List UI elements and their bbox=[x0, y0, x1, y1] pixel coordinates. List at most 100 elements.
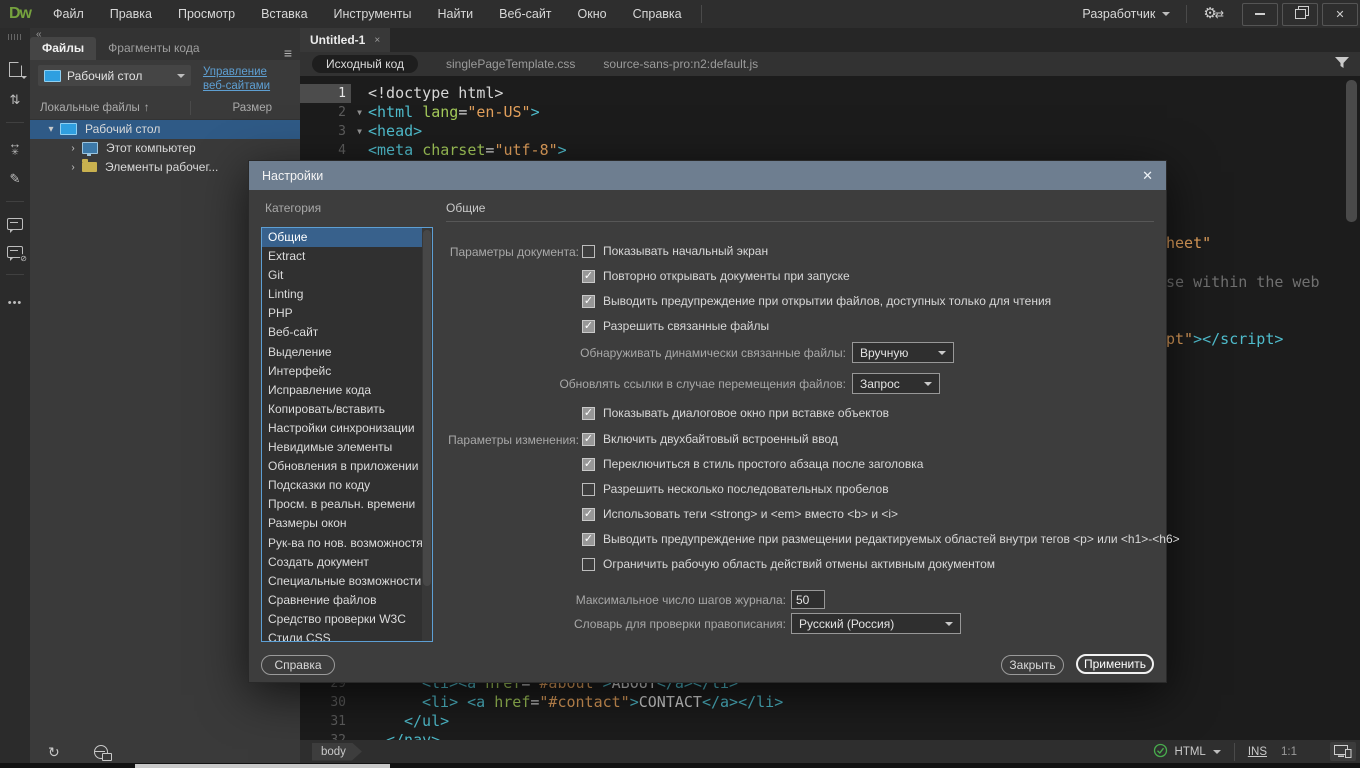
category-item[interactable]: PHP bbox=[262, 304, 432, 323]
tree-item[interactable]: ▾Рабочий стол bbox=[30, 120, 300, 139]
remove-comment-icon[interactable]: ⊘ bbox=[7, 246, 23, 258]
menu-item[interactable]: Веб-сайт bbox=[486, 0, 564, 28]
checkbox[interactable]: ✓ bbox=[582, 508, 595, 521]
checkbox[interactable]: ✓ bbox=[582, 433, 595, 446]
related-file-source[interactable]: Исходный код bbox=[312, 55, 418, 73]
category-item[interactable]: Исправление кода bbox=[262, 381, 432, 400]
close-button[interactable]: ✕ bbox=[1322, 3, 1358, 26]
checkbox[interactable] bbox=[582, 558, 595, 571]
menu-item[interactable]: Файл bbox=[40, 0, 97, 28]
expand-icon[interactable]: › bbox=[64, 143, 82, 154]
checkbox[interactable] bbox=[582, 245, 595, 258]
device-preview-button[interactable] bbox=[1330, 742, 1356, 761]
checkbox[interactable]: ✓ bbox=[582, 407, 595, 420]
sync-settings-button[interactable]: ⚙ ⇄ bbox=[1193, 0, 1234, 28]
related-file-css[interactable]: singlePageTemplate.css bbox=[446, 57, 575, 71]
category-item[interactable]: Сравнение файлов bbox=[262, 591, 432, 610]
tree-item[interactable]: ›Этот компьютер bbox=[30, 139, 300, 158]
checkbox[interactable]: ✓ bbox=[582, 270, 595, 283]
code-lines-bottom[interactable]: 29<li><a href="#about">ABOUT</a></li>30<… bbox=[300, 674, 783, 750]
dash-icon bbox=[10, 250, 18, 251]
category-item[interactable]: Веб-сайт bbox=[262, 323, 432, 342]
menu-item[interactable]: Правка bbox=[97, 0, 165, 28]
tab-snippets[interactable]: Фрагменты кода bbox=[96, 37, 211, 60]
fold-icon[interactable]: ▼ bbox=[351, 103, 368, 122]
category-item[interactable]: Рук-ва по нов. возможностям bbox=[262, 534, 432, 553]
help-button[interactable]: Справка bbox=[261, 655, 335, 675]
category-item[interactable]: Просм. в реальн. времени bbox=[262, 495, 432, 514]
dictionary-dropdown[interactable]: Русский (Россия) bbox=[791, 613, 961, 634]
menu-item[interactable]: Найти bbox=[424, 0, 486, 28]
menu-item[interactable]: Справка bbox=[620, 0, 695, 28]
editor-scrollbar[interactable] bbox=[1346, 80, 1357, 222]
option-row: ✓Использовать теги <strong> и <em> вмест… bbox=[582, 506, 898, 522]
edit-code-icon[interactable]: ✎ bbox=[10, 172, 21, 185]
document-tab[interactable]: Untitled-1 × bbox=[300, 28, 390, 52]
dynamic-files-dropdown[interactable]: Вручную bbox=[852, 342, 954, 363]
menu-item[interactable]: Вставка bbox=[248, 0, 320, 28]
checkbox[interactable]: ✓ bbox=[582, 320, 595, 333]
insert-mode-indicator[interactable]: INS bbox=[1248, 746, 1267, 758]
more-options-icon[interactable]: ••• bbox=[8, 297, 23, 309]
checkbox[interactable]: ✓ bbox=[582, 458, 595, 471]
minimize-button[interactable] bbox=[1242, 3, 1278, 26]
fold-icon[interactable]: ▼ bbox=[351, 122, 368, 141]
dialog-titlebar[interactable]: Настройки ✕ bbox=[249, 161, 1166, 190]
code-lines-top[interactable]: 1<!doctype html>2▼<html lang="en-US">3▼<… bbox=[300, 84, 567, 160]
checkbox[interactable]: ✓ bbox=[582, 295, 595, 308]
category-item[interactable]: Специальные возможности bbox=[262, 572, 432, 591]
site-dropdown[interactable]: Рабочий стол bbox=[38, 65, 191, 86]
column-size[interactable]: Размер bbox=[232, 102, 272, 114]
collapse-panel-icon[interactable]: « bbox=[36, 29, 42, 40]
panel-menu-icon[interactable]: ≡ bbox=[284, 46, 292, 60]
related-file-js[interactable]: source-sans-pro:n2:default.js bbox=[603, 57, 758, 71]
category-item[interactable]: Выделение bbox=[262, 343, 432, 362]
close-dialog-button[interactable]: Закрыть bbox=[1001, 655, 1064, 675]
checkbox[interactable]: ✓ bbox=[582, 533, 595, 546]
open-documents-icon[interactable] bbox=[9, 62, 22, 77]
menu-item[interactable]: Просмотр bbox=[165, 0, 248, 28]
doc-type-label: HTML bbox=[1175, 746, 1206, 758]
menu-item[interactable]: Инструменты bbox=[321, 0, 425, 28]
sort-updown-icon[interactable]: ⇅ bbox=[10, 93, 21, 106]
menu-item[interactable]: Окно bbox=[565, 0, 620, 28]
code-text: <!doctype html> bbox=[368, 84, 503, 103]
preview-globe-icon[interactable] bbox=[94, 745, 108, 759]
refresh-icon[interactable]: ↻ bbox=[48, 744, 60, 761]
apply-button[interactable]: Применить bbox=[1076, 654, 1154, 674]
category-item[interactable]: Размеры окон bbox=[262, 514, 432, 533]
manage-sites-link[interactable]: Управление веб-сайтами bbox=[203, 65, 292, 94]
workspace-switcher[interactable]: Разработчик bbox=[1072, 7, 1180, 21]
category-item[interactable]: Стили CSS bbox=[262, 629, 432, 642]
column-local-files[interactable]: Локальные файлы bbox=[40, 102, 140, 114]
filter-icon[interactable] bbox=[1335, 57, 1350, 72]
tab-files[interactable]: Файлы bbox=[30, 37, 96, 60]
file-list-header: Локальные файлы ↑ Размер bbox=[30, 97, 300, 120]
tag-selector-body[interactable]: body bbox=[312, 743, 362, 761]
category-item[interactable]: Интерфейс bbox=[262, 362, 432, 381]
restore-button[interactable] bbox=[1282, 3, 1318, 26]
doc-type-dropdown[interactable]: HTML bbox=[1175, 746, 1221, 758]
code-text: <meta charset="utf-8"> bbox=[368, 141, 567, 160]
category-item[interactable]: Средство проверки W3C bbox=[262, 610, 432, 629]
category-item[interactable]: Подсказки по коду bbox=[262, 476, 432, 495]
collapse-icon[interactable]: ▾ bbox=[42, 124, 60, 135]
category-item[interactable]: Обновления в приложении bbox=[262, 457, 432, 476]
cursor-position: 1:1 bbox=[1281, 746, 1297, 758]
category-item[interactable]: Git bbox=[262, 266, 432, 285]
close-tab-icon[interactable]: × bbox=[374, 35, 380, 46]
category-item[interactable]: Копировать/вставить bbox=[262, 400, 432, 419]
history-steps-input[interactable] bbox=[791, 590, 825, 609]
format-source-icon[interactable]: ↔✳ bbox=[9, 139, 22, 156]
category-item[interactable]: Linting bbox=[262, 285, 432, 304]
update-links-dropdown[interactable]: Запрос bbox=[852, 373, 940, 394]
expand-icon[interactable]: › bbox=[64, 162, 82, 173]
document-tab-label: Untitled-1 bbox=[310, 33, 365, 47]
grip-handle-icon[interactable] bbox=[8, 34, 22, 40]
code-line: 31</ul> bbox=[300, 712, 783, 731]
category-scrollbar-thumb[interactable] bbox=[423, 230, 431, 586]
category-item[interactable]: Создать документ bbox=[262, 553, 432, 572]
checkbox[interactable] bbox=[582, 483, 595, 496]
dialog-close-icon[interactable]: ✕ bbox=[1142, 168, 1153, 184]
apply-comment-icon[interactable] bbox=[7, 218, 23, 230]
